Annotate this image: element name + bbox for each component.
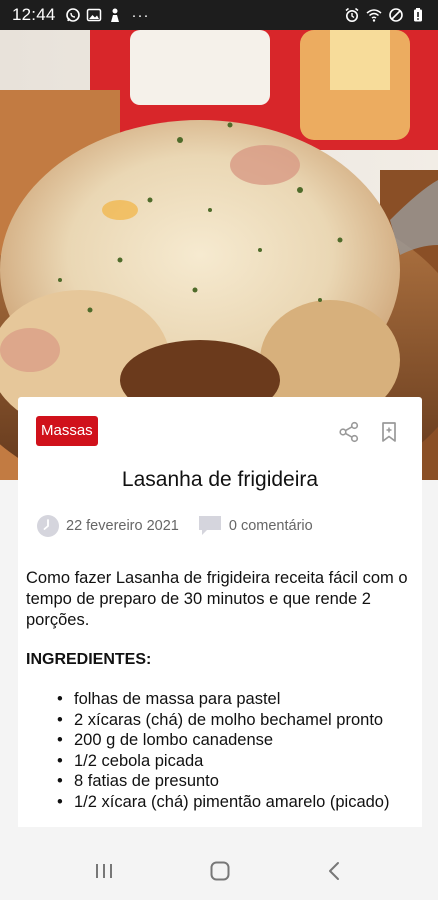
wifi-icon <box>366 9 382 22</box>
comments-link[interactable]: 0 comentário <box>197 514 313 538</box>
overflow-indicator: ··· <box>131 6 150 24</box>
post-meta: 22 fevereiro 2021 0 comentário <box>36 514 313 538</box>
post-date: 22 fevereiro 2021 <box>66 518 179 534</box>
recipe-card: Massas Lasanha de frigideira 22 fevereir… <box>18 397 422 827</box>
recent-apps-icon[interactable] <box>93 861 115 881</box>
battery-icon <box>414 8 422 22</box>
intro-paragraph: Como fazer Lasanha de frigideira receita… <box>26 569 408 629</box>
list-item: 1/2 cebola picada <box>26 751 418 772</box>
comment-icon <box>198 516 221 535</box>
category-badge[interactable]: Massas <box>36 416 98 446</box>
ingredients-heading: INGREDIENTES: <box>26 651 152 668</box>
share-icon[interactable] <box>338 421 360 443</box>
ingredients-list: folhas de massa para pastel 2 xícaras (c… <box>26 689 418 812</box>
notification-icon <box>110 8 119 22</box>
status-time: 12:44 <box>12 5 56 24</box>
list-item: 200 g de lombo canadense <box>26 730 418 751</box>
whatsapp-icon <box>65 8 80 22</box>
list-item: folhas de massa para pastel <box>26 689 418 710</box>
home-icon[interactable] <box>209 860 231 882</box>
back-icon[interactable] <box>325 861 345 881</box>
list-item: 1/2 xícara (chá) pimentão amarelo (picad… <box>26 792 418 813</box>
alarm-icon <box>345 7 359 22</box>
do-not-disturb-icon <box>389 8 403 22</box>
recipe-title: Lasanha de frigideira <box>121 468 319 491</box>
system-nav-bar <box>0 842 438 900</box>
comment-count: 0 comentário <box>228 518 313 534</box>
recipe-intro: Como fazer Lasanha de frigideira receita… <box>26 568 418 631</box>
list-item: 2 xícaras (chá) de molho bechamel pronto <box>26 710 418 731</box>
list-item: 8 fatias de presunto <box>26 771 418 792</box>
gallery-icon <box>86 8 101 22</box>
status-bar: 12:44 ··· <box>0 0 438 30</box>
clock-icon <box>37 515 59 537</box>
bookmark-icon[interactable] <box>378 421 400 443</box>
